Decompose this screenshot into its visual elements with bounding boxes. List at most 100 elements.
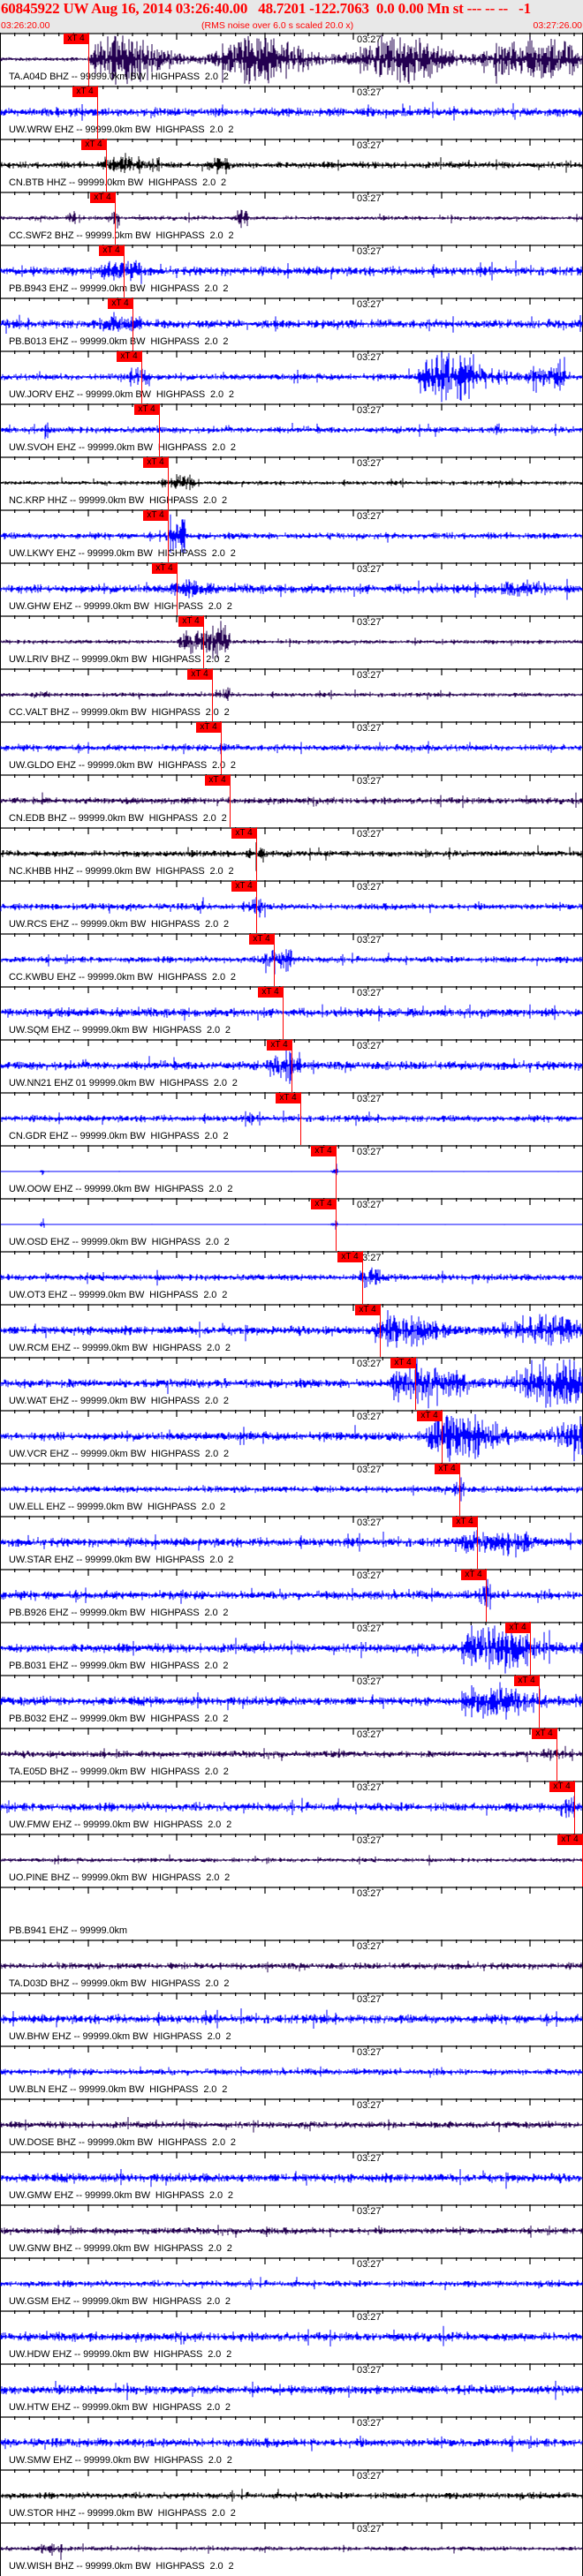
- pick-marker[interactable]: xT 4: [514, 1676, 539, 1686]
- pick-marker[interactable]: xT 4: [355, 1305, 380, 1315]
- pick-line[interactable]: [300, 1092, 302, 1145]
- time-axis-separator: [0, 2098, 583, 2105]
- minute-tick-label: 03:27: [357, 776, 382, 787]
- pick-marker[interactable]: xT 4: [81, 139, 106, 150]
- pick-marker[interactable]: xT 4: [258, 987, 283, 998]
- minute-tick-label: 03:27: [357, 34, 382, 45]
- pick-line[interactable]: [477, 1516, 479, 1569]
- pick-line[interactable]: [177, 562, 178, 615]
- time-axis-separator: [0, 298, 583, 305]
- pick-line[interactable]: [336, 1198, 337, 1251]
- pick-line[interactable]: [256, 880, 258, 933]
- pick-marker[interactable]: xT 4: [461, 1570, 486, 1580]
- station-label: UW.GSM EHZ -- 99999.0km BW HIGHPASS 2.0 …: [9, 2296, 231, 2307]
- station-label: UW.DOSE BHZ -- 99999.0km BW HIGHPASS 2.0…: [9, 2137, 236, 2148]
- pick-marker[interactable]: xT 4: [337, 1252, 362, 1262]
- pick-line[interactable]: [88, 33, 90, 86]
- pick-marker[interactable]: xT 4: [390, 1358, 415, 1368]
- pick-line[interactable]: [159, 403, 161, 456]
- pick-marker[interactable]: xT 4: [532, 1729, 556, 1739]
- pick-marker[interactable]: xT 4: [435, 1464, 459, 1474]
- pick-marker[interactable]: xT 4: [417, 1411, 442, 1421]
- pick-marker[interactable]: xT 4: [231, 828, 256, 839]
- pick-marker[interactable]: xT 4: [249, 934, 274, 945]
- time-axis-separator: [0, 774, 583, 781]
- pick-line[interactable]: [230, 774, 231, 827]
- pick-marker[interactable]: xT 4: [143, 457, 168, 468]
- time-axis-separator: [0, 2045, 583, 2053]
- pick-line[interactable]: [132, 298, 134, 350]
- pick-line[interactable]: [221, 721, 223, 774]
- pick-marker[interactable]: xT 4: [205, 775, 230, 786]
- station-label: UW.RCM EHZ -- 99999.0km BW HIGHPASS 2.0 …: [9, 1343, 231, 1353]
- pick-marker[interactable]: xT 4: [99, 245, 124, 256]
- pick-line[interactable]: [256, 827, 258, 880]
- pick-line[interactable]: [415, 1357, 417, 1410]
- pick-marker[interactable]: xT 4: [72, 87, 97, 97]
- pick-line[interactable]: [115, 192, 117, 245]
- minute-tick-label: 03:27: [357, 2524, 382, 2535]
- pick-marker[interactable]: xT 4: [196, 722, 221, 733]
- pick-line[interactable]: [274, 933, 276, 986]
- pick-line[interactable]: [442, 1410, 443, 1463]
- pick-line[interactable]: [459, 1463, 461, 1516]
- minute-tick-label: 03:27: [357, 1465, 382, 1475]
- pick-line[interactable]: [212, 668, 214, 721]
- station-label: UW.GLDO EHZ -- 99999.0km BW HIGHPASS 2.0…: [9, 760, 236, 771]
- minute-tick-label: 03:27: [357, 935, 382, 945]
- pick-line[interactable]: [168, 456, 170, 509]
- trace-panel: 03:27 UW.WAT EHZ -- 99999.0km BW HIGHPASS…: [0, 1357, 583, 1410]
- pick-marker[interactable]: xT 4: [452, 1517, 477, 1527]
- pick-marker[interactable]: xT 4: [557, 1834, 582, 1845]
- pick-marker[interactable]: xT 4: [267, 1040, 292, 1051]
- pick-line[interactable]: [283, 986, 284, 1039]
- pick-marker[interactable]: xT 4: [231, 881, 256, 892]
- waveform-trace: [0, 1961, 583, 1973]
- pick-marker[interactable]: xT 4: [178, 616, 203, 627]
- pick-line[interactable]: [203, 615, 205, 668]
- pick-line[interactable]: [97, 86, 99, 139]
- station-label: CN.EDB BHZ -- 99999.0km BW HIGHPASS 2.0 …: [9, 813, 227, 824]
- trace-panel: 03:27 UW.SVOH EHZ -- 99999.0km BW HIGHPAS…: [0, 403, 583, 456]
- pick-marker[interactable]: xT 4: [108, 298, 132, 309]
- waveform-trace: [0, 2489, 583, 2503]
- pick-line[interactable]: [574, 1781, 576, 1834]
- pick-marker[interactable]: xT 4: [549, 1781, 574, 1792]
- pick-marker[interactable]: xT 4: [311, 1199, 336, 1209]
- pick-line[interactable]: [168, 509, 170, 562]
- pick-marker[interactable]: xT 4: [90, 192, 115, 203]
- trace-panel: 03:27 UW.HTW EHZ -- 99999.0km BW HIGHPASS…: [0, 2363, 583, 2416]
- pick-line[interactable]: [336, 1145, 337, 1198]
- pick-marker[interactable]: xT 4: [505, 1623, 530, 1633]
- pick-line[interactable]: [106, 139, 108, 192]
- station-label: PB.B943 EHZ -- 99999.0km BW HIGHPASS 2.0…: [9, 283, 229, 294]
- pick-marker[interactable]: xT 4: [64, 34, 88, 44]
- pick-line[interactable]: [380, 1304, 382, 1357]
- pick-line[interactable]: [539, 1675, 541, 1728]
- minute-tick-label: 03:27: [357, 87, 382, 98]
- pick-marker[interactable]: xT 4: [276, 1093, 300, 1103]
- pick-line[interactable]: [486, 1569, 488, 1622]
- pick-marker[interactable]: xT 4: [152, 563, 177, 574]
- trace-panel: 03:27 NC.KRP HHZ -- 99999.0km BW HIGHPASS…: [0, 456, 583, 509]
- station-label: CC.SWF2 BHZ -- 99999.0km BW HIGHPASS 2.0…: [9, 230, 234, 241]
- waveform-trace: [0, 1267, 583, 1288]
- time-axis-separator: [0, 2416, 583, 2423]
- pick-line[interactable]: [530, 1622, 532, 1675]
- pick-marker[interactable]: xT 4: [187, 669, 212, 680]
- pick-marker[interactable]: xT 4: [311, 1146, 336, 1156]
- pick-marker[interactable]: xT 4: [117, 351, 141, 362]
- pick-line[interactable]: [124, 245, 125, 298]
- waveform-trace: [0, 2066, 583, 2079]
- pick-line[interactable]: [141, 350, 143, 403]
- pick-marker[interactable]: xT 4: [134, 404, 159, 415]
- time-axis-separator: [0, 1357, 583, 1364]
- time-axis-separator: [0, 2204, 583, 2211]
- pick-marker[interactable]: xT 4: [143, 510, 168, 521]
- trace-panel: 03:27 TA.D03D BHZ -- 99999.0km BW HIGHPAS…: [0, 1940, 583, 1992]
- minute-tick-label: 03:27: [357, 2418, 382, 2429]
- station-label: TA.D03D BHZ -- 99999.0km BW HIGHPASS 2.0…: [9, 1978, 230, 1989]
- station-label: UW.WAT EHZ -- 99999.0km BW HIGHPASS 2.0 …: [9, 1396, 229, 1406]
- pick-line[interactable]: [362, 1251, 364, 1304]
- pick-line[interactable]: [556, 1728, 558, 1781]
